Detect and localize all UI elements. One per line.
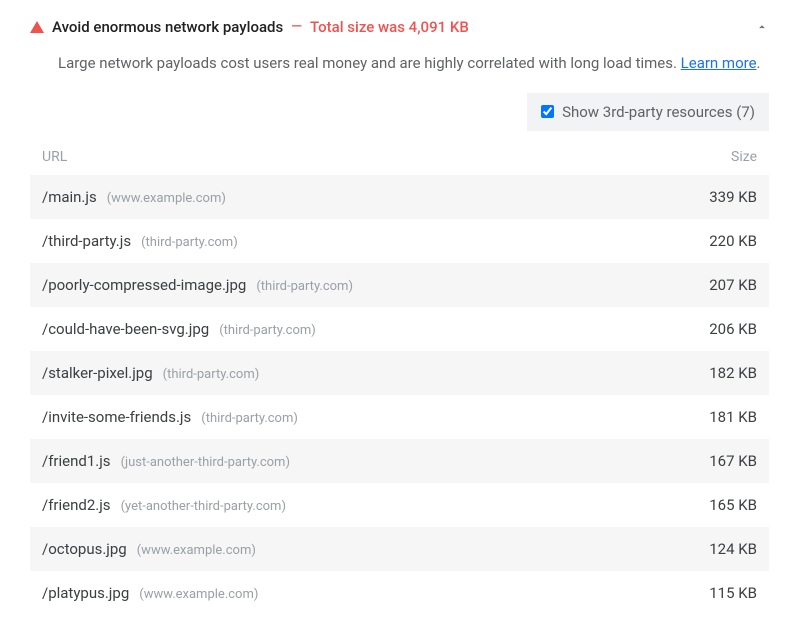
table-row: /platypus.jpg (www.example.com) 115 KB [30, 571, 769, 615]
url-path: /could-have-been-svg.jpg [42, 320, 209, 338]
cell-size: 220 KB [677, 232, 757, 250]
url-origin: (third-party.com) [163, 367, 260, 382]
audit-result: Total size was 4,091 KB [310, 18, 469, 36]
cell-size: 167 KB [677, 452, 757, 470]
table-row: /octopus.jpg (www.example.com) 124 KB [30, 527, 769, 571]
cell-size: 182 KB [677, 364, 757, 382]
table-row: /third-party.js (third-party.com) 220 KB [30, 219, 769, 263]
cell-url: /poorly-compressed-image.jpg (third-party… [42, 276, 677, 294]
cell-size: 124 KB [677, 540, 757, 558]
cell-size: 165 KB [677, 496, 757, 514]
url-path: /friend1.js [42, 452, 111, 470]
url-origin: (yet-another-third-party.com) [121, 499, 286, 514]
url-origin: (third-party.com) [201, 411, 298, 426]
url-path: /main.js [42, 188, 97, 206]
url-origin: (third-party.com) [256, 279, 353, 294]
learn-more-link[interactable]: Learn more [681, 54, 757, 72]
table-header-row: URL Size [30, 141, 769, 175]
cell-url: /invite-some-friends.js (third-party.com) [42, 408, 677, 426]
cell-url: /platypus.jpg (www.example.com) [42, 584, 677, 602]
description-text: Large network payloads cost users real m… [58, 54, 681, 72]
cell-size: 181 KB [677, 408, 757, 426]
url-origin: (third-party.com) [219, 323, 316, 338]
column-header-size: Size [677, 149, 757, 165]
url-origin: (www.example.com) [139, 587, 258, 602]
cell-size: 206 KB [677, 320, 757, 338]
url-path: /stalker-pixel.jpg [42, 364, 153, 382]
url-path: /octopus.jpg [42, 540, 127, 558]
cell-url: /stalker-pixel.jpg (third-party.com) [42, 364, 677, 382]
cell-url: /friend1.js (just-another-third-party.com… [42, 452, 677, 470]
third-party-checkbox[interactable] [541, 105, 554, 118]
url-path: /platypus.jpg [42, 584, 129, 602]
url-path: /poorly-compressed-image.jpg [42, 276, 246, 294]
url-path: /third-party.js [42, 232, 131, 250]
url-origin: (www.example.com) [107, 191, 226, 206]
cell-url: /friend2.js (yet-another-third-party.com) [42, 496, 677, 514]
cell-url: /octopus.jpg (www.example.com) [42, 540, 677, 558]
table-row: /could-have-been-svg.jpg (third-party.com… [30, 307, 769, 351]
third-party-toggle[interactable]: Show 3rd-party resources (7) [527, 93, 769, 131]
cell-url: /third-party.js (third-party.com) [42, 232, 677, 250]
audit-header[interactable]: Avoid enormous network payloads — Total … [30, 12, 769, 48]
third-party-label: Show 3rd-party resources (7) [562, 103, 755, 121]
table-row: /poorly-compressed-image.jpg (third-party… [30, 263, 769, 307]
table-row: /invite-some-friends.js (third-party.com)… [30, 395, 769, 439]
warning-triangle-icon [30, 21, 44, 33]
url-origin: (just-another-third-party.com) [121, 455, 290, 470]
url-path: /friend2.js [42, 496, 111, 514]
cell-url: /could-have-been-svg.jpg (third-party.com… [42, 320, 677, 338]
audit-separator: — [291, 19, 302, 35]
cell-size: 207 KB [677, 276, 757, 294]
table-body: /main.js (www.example.com) 339 KB/third-pa… [30, 175, 769, 615]
url-path: /invite-some-friends.js [42, 408, 191, 426]
cell-size: 339 KB [677, 188, 757, 206]
audit-title: Avoid enormous network payloads [52, 18, 283, 36]
table-row: /friend1.js (just-another-third-party.com… [30, 439, 769, 483]
cell-size: 115 KB [677, 584, 757, 602]
table-row: /friend2.js (yet-another-third-party.com)… [30, 483, 769, 527]
table-row: /stalker-pixel.jpg (third-party.com) 182 K… [30, 351, 769, 395]
url-origin: (www.example.com) [137, 543, 256, 558]
table-row: /main.js (www.example.com) 339 KB [30, 175, 769, 219]
chevron-up-icon[interactable] [755, 20, 769, 34]
cell-url: /main.js (www.example.com) [42, 188, 677, 206]
url-origin: (third-party.com) [141, 235, 238, 250]
description-period: . [757, 54, 761, 72]
audit-description: Large network payloads cost users real m… [30, 48, 769, 93]
column-header-url: URL [42, 149, 677, 165]
